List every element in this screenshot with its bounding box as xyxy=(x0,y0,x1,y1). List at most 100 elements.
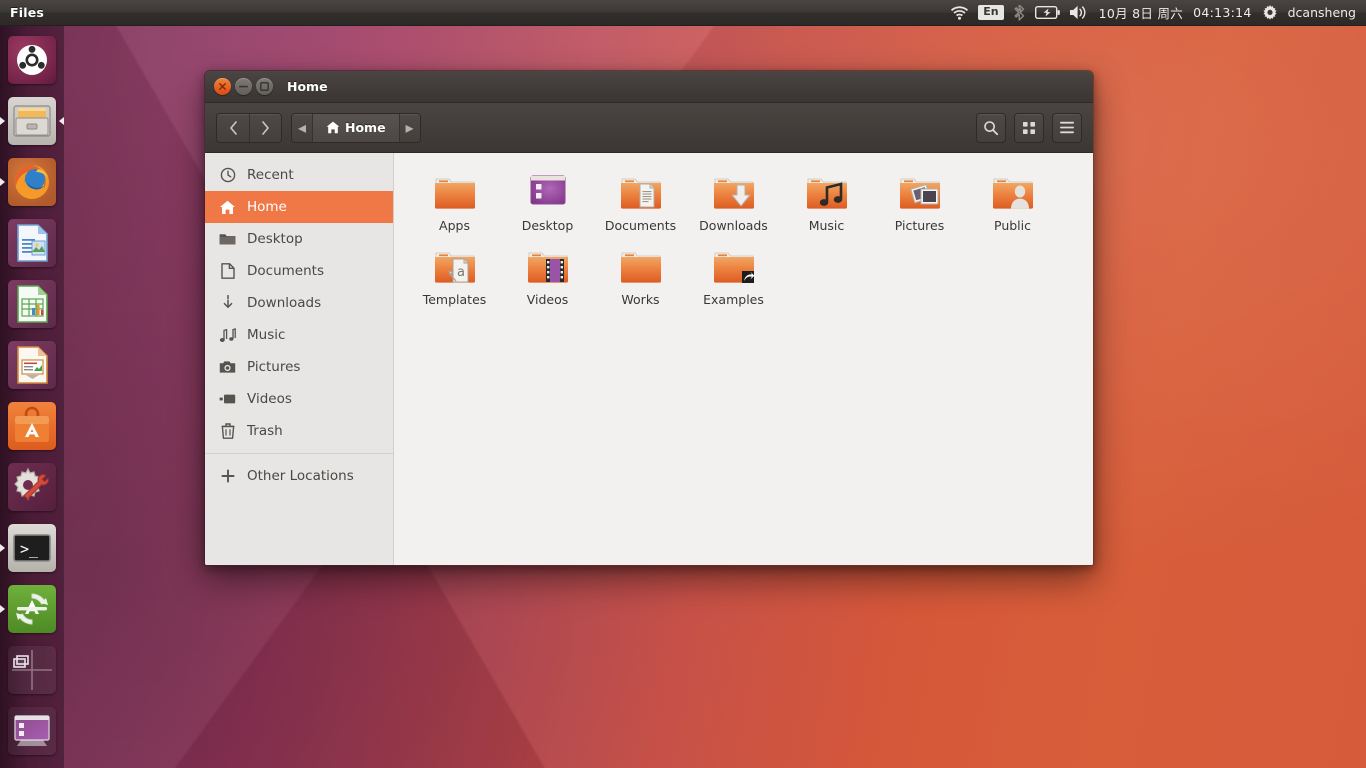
search-button[interactable] xyxy=(976,112,1006,143)
sidebar-divider xyxy=(205,453,393,454)
sidebar-item-desktop[interactable]: Desktop xyxy=(205,223,393,255)
file-item[interactable]: Documents xyxy=(594,165,687,239)
folder-templates-icon: a xyxy=(431,241,479,289)
back-button[interactable] xyxy=(217,114,249,142)
unity-launcher: >_ xyxy=(0,26,64,768)
updater-icon xyxy=(8,584,56,633)
bluetooth-indicator[interactable] xyxy=(1014,0,1025,26)
file-label: Works xyxy=(621,292,660,307)
launcher-item-dash-home[interactable] xyxy=(0,29,64,90)
username-label[interactable]: dcansheng xyxy=(1288,0,1358,26)
file-grid[interactable]: Apps Desktop Documents Downloads Music P… xyxy=(394,153,1093,565)
file-item[interactable]: Works xyxy=(594,239,687,313)
close-icon[interactable] xyxy=(214,78,231,95)
running-pip-left xyxy=(0,604,5,613)
sidebar-item-videos[interactable]: Videos xyxy=(205,383,393,415)
file-label: Public xyxy=(994,218,1031,233)
writer-icon xyxy=(8,218,56,267)
folder-pictures-icon xyxy=(896,167,944,215)
launcher-item-workspace-switcher[interactable] xyxy=(0,639,64,700)
launcher-item-show-desktop[interactable] xyxy=(0,700,64,761)
running-pip-left xyxy=(0,116,5,125)
main-menu-button[interactable] xyxy=(1052,112,1082,143)
breadcrumb-home-label: Home xyxy=(345,120,386,135)
path-bar: ◂ Home ▸ xyxy=(291,112,421,143)
forward-button[interactable] xyxy=(249,113,281,142)
path-scroll-left-button[interactable]: ◂ xyxy=(292,114,312,142)
sidebar-item-recent[interactable]: Recent xyxy=(205,159,393,191)
sidebar-item-label: Pictures xyxy=(247,359,301,375)
sidebar-item-downloads[interactable]: Downloads xyxy=(205,287,393,319)
file-item[interactable]: Downloads xyxy=(687,165,780,239)
files-toolbar: ◂ Home ▸ xyxy=(205,103,1093,153)
launcher-item-libreoffice-calc[interactable] xyxy=(0,273,64,334)
file-label: Downloads xyxy=(699,218,768,233)
sidebar-item-documents[interactable]: Documents xyxy=(205,255,393,287)
focused-pip-right xyxy=(59,116,64,125)
clock-date[interactable]: 10月 8日 周六 xyxy=(1099,0,1184,26)
file-item[interactable]: Examples xyxy=(687,239,780,313)
file-item[interactable]: Pictures xyxy=(873,165,966,239)
places-sidebar: Recent Home Desktop Documents Downloads … xyxy=(205,153,394,565)
files-window[interactable]: Home ◂ Home ▸ Recent Home Desktop Docume… xyxy=(204,70,1094,566)
sidebar-item-label: Documents xyxy=(247,263,324,279)
sidebar-item-label: Home xyxy=(247,199,287,215)
file-item[interactable]: a Templates xyxy=(408,239,501,313)
launcher-item-ubuntu-software[interactable] xyxy=(0,395,64,456)
breadcrumb-home[interactable]: Home xyxy=(312,113,400,142)
file-item[interactable]: Videos xyxy=(501,239,594,313)
toolbar-right-group xyxy=(976,112,1082,143)
battery-indicator[interactable] xyxy=(1034,0,1060,26)
chevron-right-icon xyxy=(262,120,269,135)
folder-documents-icon xyxy=(617,167,665,215)
file-item[interactable]: Music xyxy=(780,165,873,239)
wifi-indicator[interactable] xyxy=(951,0,969,26)
file-item[interactable]: Public xyxy=(966,165,1059,239)
running-pip-left xyxy=(0,177,5,186)
sidebar-item-label: Desktop xyxy=(247,231,303,247)
document-icon xyxy=(219,263,236,279)
folder-desktop-icon xyxy=(524,167,572,215)
volume-icon xyxy=(1069,5,1089,20)
indicator-area: En 10月 8日 周六 04:13:14 dcansheng xyxy=(951,0,1366,26)
camera-icon xyxy=(219,360,236,374)
hamburger-menu-icon xyxy=(1060,121,1074,134)
maximize-icon[interactable] xyxy=(256,78,273,95)
home-icon xyxy=(219,200,236,215)
app-menu-title[interactable]: Files xyxy=(10,5,44,20)
search-icon xyxy=(984,120,999,135)
sidebar-item-label: Music xyxy=(247,327,286,343)
file-item[interactable]: Desktop xyxy=(501,165,594,239)
file-label: Examples xyxy=(703,292,764,307)
plus-icon xyxy=(219,469,236,483)
launcher-item-files[interactable] xyxy=(0,90,64,151)
wifi-icon xyxy=(951,5,969,20)
file-item[interactable]: Apps xyxy=(408,165,501,239)
file-label: Music xyxy=(808,218,845,233)
sidebar-item-label: Recent xyxy=(247,167,294,183)
sidebar-item-home[interactable]: Home xyxy=(205,191,393,223)
launcher-item-libreoffice-impress[interactable] xyxy=(0,334,64,395)
sidebar-item-other-locations[interactable]: Other Locations xyxy=(205,460,393,492)
session-menu[interactable] xyxy=(1262,0,1278,26)
view-options-button[interactable] xyxy=(1014,112,1044,143)
minimize-icon[interactable] xyxy=(235,78,252,95)
launcher-item-libreoffice-writer[interactable] xyxy=(0,212,64,273)
sidebar-item-pictures[interactable]: Pictures xyxy=(205,351,393,383)
window-titlebar[interactable]: Home xyxy=(205,71,1093,103)
path-scroll-right-button[interactable]: ▸ xyxy=(400,114,420,142)
download-icon xyxy=(219,295,236,311)
launcher-item-firefox[interactable] xyxy=(0,151,64,212)
sidebar-item-music[interactable]: Music xyxy=(205,319,393,351)
folder-icon xyxy=(219,232,236,246)
volume-indicator[interactable] xyxy=(1069,0,1089,26)
keyboard-indicator[interactable]: En xyxy=(978,0,1004,26)
launcher-item-terminal[interactable]: >_ xyxy=(0,517,64,578)
launcher-item-software-updater[interactable] xyxy=(0,578,64,639)
clock-icon xyxy=(219,167,236,183)
sidebar-item-label: Other Locations xyxy=(247,468,354,484)
launcher-item-system-settings[interactable] xyxy=(0,456,64,517)
sidebar-item-trash[interactable]: Trash xyxy=(205,415,393,447)
workspace-switcher-icon xyxy=(8,645,56,694)
clock-time[interactable]: 04:13:14 xyxy=(1193,0,1252,26)
